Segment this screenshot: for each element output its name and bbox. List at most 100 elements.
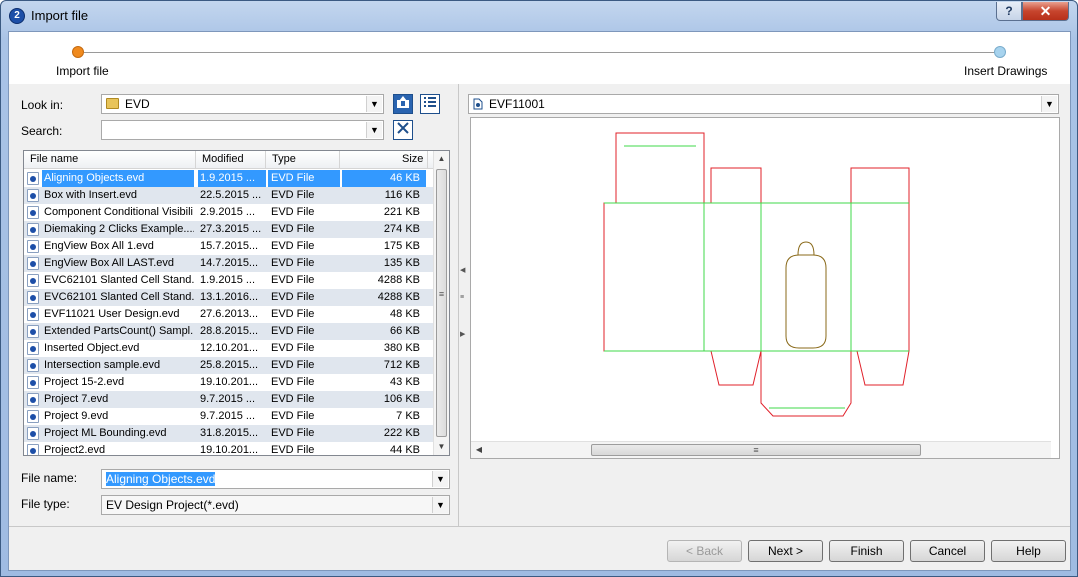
evd-file-icon: [27, 359, 39, 372]
design-selector-combo[interactable]: EVF11001 ▼: [468, 94, 1059, 114]
modified-cell: 25.8.2015...: [200, 359, 259, 371]
modified-cell: 1.9.2015 ...: [200, 274, 256, 286]
title-bar[interactable]: 2 Import file ? ✕: [1, 1, 1077, 31]
column-modified[interactable]: Modified: [202, 153, 244, 165]
type-cell: EVD File: [271, 240, 315, 252]
chevron-down-icon[interactable]: ▼: [366, 122, 382, 138]
chevron-down-icon[interactable]: ▼: [432, 497, 448, 513]
pane-splitter[interactable]: ◀ ≡ ▶: [458, 84, 465, 526]
splitter-grip[interactable]: ≡: [460, 294, 464, 301]
scroll-thumb[interactable]: ≡: [436, 169, 447, 437]
drawing-preview[interactable]: ◀ ≡: [470, 117, 1060, 459]
next-button[interactable]: Next >: [748, 540, 823, 562]
step-label-insert-drawings: Insert Drawings: [964, 64, 1048, 78]
file-type-value: EV Design Project(*.evd): [106, 498, 239, 512]
type-cell: EVD File: [271, 308, 315, 320]
chevron-down-icon[interactable]: ▼: [366, 96, 382, 112]
modified-cell: 27.6.2013...: [200, 308, 259, 320]
step-dot-insert-drawings: [994, 46, 1006, 58]
table-row[interactable]: EVC62101 Slanted Cell Stand... 1.9.2015 .…: [24, 272, 434, 289]
file-name-cell: Project 7.evd: [44, 393, 109, 405]
finish-button[interactable]: Finish: [829, 540, 904, 562]
modified-cell: 14.7.2015...: [200, 257, 259, 269]
table-row[interactable]: EVF11021 User Design.evd 27.6.2013... EVD …: [24, 306, 434, 323]
collapse-right-arrow[interactable]: ▶: [460, 330, 465, 338]
file-list-scrollbar[interactable]: ▲ ≡ ▼: [433, 151, 449, 455]
column-divider[interactable]: [265, 151, 266, 169]
view-list-button[interactable]: [420, 94, 440, 114]
chevron-down-icon[interactable]: ▼: [1041, 96, 1057, 112]
preview-horizontal-scrollbar[interactable]: ◀ ≡: [471, 441, 1051, 458]
chevron-down-icon[interactable]: ▼: [432, 471, 448, 487]
size-cell: 222 KB: [383, 427, 420, 439]
file-name-cell: Project 15-2.evd: [44, 376, 125, 388]
column-divider[interactable]: [195, 151, 196, 169]
table-row[interactable]: EngView Box All LAST.evd 14.7.2015... EVD …: [24, 255, 434, 272]
table-row[interactable]: Project ML Bounding.evd 31.8.2015... EVD F…: [24, 425, 434, 442]
column-type[interactable]: Type: [272, 153, 296, 165]
back-button[interactable]: < Back: [667, 540, 742, 562]
column-file-name[interactable]: File name: [30, 153, 78, 165]
search-combo[interactable]: ▼: [101, 120, 384, 140]
evd-file-icon: [27, 393, 39, 406]
modified-cell: 9.7.2015 ...: [200, 410, 256, 422]
table-row[interactable]: Box with Insert.evd 22.5.2015 ... EVD File…: [24, 187, 434, 204]
type-cell: EVD File: [271, 342, 315, 354]
modified-cell: 31.8.2015...: [200, 427, 259, 439]
type-cell: EVD File: [271, 393, 315, 405]
scroll-down-arrow[interactable]: ▼: [434, 439, 449, 455]
clear-search-button[interactable]: [393, 120, 413, 140]
modified-cell: 22.5.2015 ...: [200, 189, 262, 201]
collapse-left-arrow[interactable]: ◀: [460, 266, 465, 274]
title-help-button[interactable]: ?: [996, 2, 1022, 21]
evd-file-icon: [27, 172, 39, 185]
table-row[interactable]: Inserted Object.evd 12.10.201... EVD File 3…: [24, 340, 434, 357]
table-row[interactable]: Extended PartsCount() Sampl... 28.8.2015.…: [24, 323, 434, 340]
scroll-left-arrow[interactable]: ◀: [471, 442, 487, 458]
table-row[interactable]: Aligning Objects.evd 1.9.2015 ... EVD File…: [24, 170, 434, 187]
evd-file-icon: [27, 308, 39, 321]
table-row[interactable]: Project 15-2.evd 19.10.201... EVD File 43 K…: [24, 374, 434, 391]
type-cell: EVD File: [271, 223, 315, 235]
table-row[interactable]: EVC62101 Slanted Cell Stand... 13.1.2016.…: [24, 289, 434, 306]
column-divider[interactable]: [427, 151, 428, 169]
size-cell: 4288 KB: [377, 291, 420, 303]
size-cell: 48 KB: [390, 308, 420, 320]
table-row[interactable]: Project 9.evd 9.7.2015 ... EVD File 7 KB: [24, 408, 434, 425]
look-in-combo[interactable]: EVD ▼: [101, 94, 384, 114]
view-list-icon: [424, 97, 436, 107]
file-type-combo[interactable]: EV Design Project(*.evd) ▼: [101, 495, 450, 515]
table-row[interactable]: Project 7.evd 9.7.2015 ... EVD File 106 KB: [24, 391, 434, 408]
file-name-cell: EVC62101 Slanted Cell Stand...: [44, 291, 194, 303]
file-name-combo[interactable]: Aligning Objects.evd ▼: [101, 469, 450, 489]
wizard-progress-line: [84, 52, 1002, 53]
table-row[interactable]: Intersection sample.evd 25.8.2015... EVD F…: [24, 357, 434, 374]
type-cell: EVD File: [268, 170, 340, 187]
table-row[interactable]: Diemaking 2 Clicks Example.... 27.3.2015 …: [24, 221, 434, 238]
column-size[interactable]: Size: [402, 153, 423, 165]
column-divider[interactable]: [339, 151, 340, 169]
type-cell: EVD File: [271, 257, 315, 269]
size-cell: 4288 KB: [377, 274, 420, 286]
table-row[interactable]: EngView Box All 1.evd 15.7.2015... EVD Fil…: [24, 238, 434, 255]
cancel-button[interactable]: Cancel: [910, 540, 985, 562]
folder-icon: [106, 98, 119, 109]
table-row[interactable]: Project2.evd 19.10.201... EVD File 44 KB: [24, 442, 434, 455]
title-close-button[interactable]: ✕: [1022, 2, 1069, 21]
table-row[interactable]: Component Conditional Visibili... 2.9.201…: [24, 204, 434, 221]
up-folder-button[interactable]: [393, 94, 413, 114]
scroll-up-arrow[interactable]: ▲: [434, 151, 449, 167]
footer-divider: [9, 526, 1070, 527]
evd-file-icon: [27, 274, 39, 287]
modified-cell: 28.8.2015...: [200, 325, 259, 337]
preview-scroll-thumb[interactable]: ≡: [591, 444, 921, 456]
help-button[interactable]: Help: [991, 540, 1066, 562]
file-list[interactable]: File name Modified Type Size Aligning Ob…: [23, 150, 450, 456]
file-name-cell: Project ML Bounding.evd: [44, 427, 167, 439]
size-cell: 221 KB: [383, 206, 420, 218]
type-cell: EVD File: [271, 359, 315, 371]
size-cell: 712 KB: [383, 359, 420, 371]
file-name-cell: Intersection sample.evd: [44, 359, 161, 371]
size-cell: 380 KB: [383, 342, 420, 354]
size-cell: 106 KB: [383, 393, 420, 405]
